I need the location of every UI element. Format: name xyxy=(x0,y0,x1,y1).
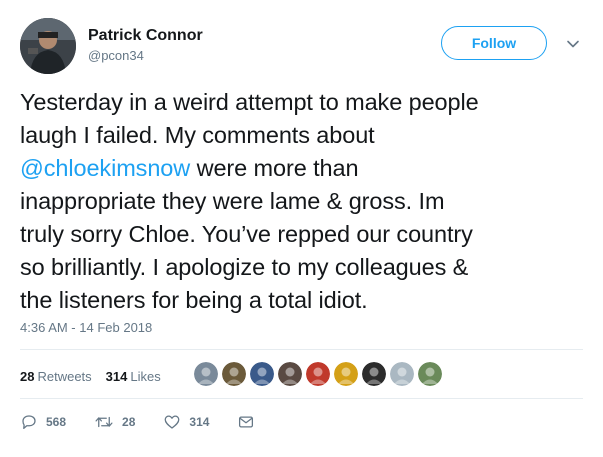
retweets-stat[interactable]: 28 Retweets xyxy=(20,369,92,384)
author-names: Patrick Connor @pcon34 xyxy=(88,26,203,65)
liker-avatar-4[interactable] xyxy=(276,360,304,388)
retweets-label: Retweets xyxy=(37,368,92,384)
liker-avatar-3[interactable] xyxy=(248,360,276,388)
retweet-icon xyxy=(95,416,113,428)
mention-link[interactable]: @chloekimsnow xyxy=(20,155,190,181)
tweet-line: Yesterday in a weird attempt to make peo… xyxy=(20,86,585,119)
tweet-line: laugh I failed. My comments about xyxy=(20,119,585,152)
envelope-icon xyxy=(239,416,254,428)
likes-stat[interactable]: 314 Likes xyxy=(106,369,161,384)
retweet-action[interactable]: 28 xyxy=(94,413,135,431)
divider xyxy=(20,398,583,399)
likes-count: 314 xyxy=(105,368,128,384)
liker-avatar-1[interactable] xyxy=(192,360,220,388)
reply-action[interactable]: 568 xyxy=(20,413,66,431)
tweet-text-segment: the listeners for being a total idiot. xyxy=(20,287,368,313)
liker-avatar-2[interactable] xyxy=(220,360,248,388)
tweet-text-segment: laugh I failed. My comments about xyxy=(20,122,375,148)
divider xyxy=(20,349,583,350)
liker-avatar-9[interactable] xyxy=(416,360,444,388)
tweet-actions: 568 28 314 xyxy=(20,410,291,434)
tweet-line: the listeners for being a total idiot. xyxy=(20,284,585,317)
follow-button[interactable]: Follow xyxy=(441,26,547,60)
author-avatar-image xyxy=(20,18,76,74)
tweet-text-segment: were more than xyxy=(190,155,359,181)
retweets-count: 28 xyxy=(20,368,35,384)
liker-avatars xyxy=(192,360,444,388)
like-count: 314 xyxy=(189,415,210,429)
reply-count: 568 xyxy=(46,415,67,429)
likes-label: Likes xyxy=(130,368,161,384)
retweet-count: 28 xyxy=(122,415,136,429)
tweet-header: Patrick Connor @pcon34 Follow xyxy=(20,18,585,74)
liker-avatar-5[interactable] xyxy=(304,360,332,388)
author-handle[interactable]: @pcon34 xyxy=(88,47,203,65)
tweet-line: inappropriate they were lame & gross. Im xyxy=(20,185,585,218)
liker-avatar-8[interactable] xyxy=(388,360,416,388)
direct-message-action[interactable] xyxy=(237,413,263,431)
author-avatar[interactable] xyxy=(20,18,76,74)
tweet-text-segment: inappropriate they were lame & gross. Im xyxy=(20,188,445,214)
tweet-text-segment: so brilliantly. I apologize to my collea… xyxy=(20,254,469,280)
like-action[interactable]: 314 xyxy=(163,413,209,431)
reply-icon xyxy=(22,415,36,430)
tweet-line: truly sorry Chloe. You’ve repped our cou… xyxy=(20,218,585,251)
tweet-text-segment: truly sorry Chloe. You’ve repped our cou… xyxy=(20,221,473,247)
liker-avatar-6[interactable] xyxy=(332,360,360,388)
tweet-text-segment: Yesterday in a weird attempt to make peo… xyxy=(20,89,479,115)
tweet-timestamp[interactable]: 4:36 AM - 14 Feb 2018 xyxy=(20,320,152,335)
chevron-down-icon[interactable] xyxy=(565,36,581,52)
tweet-line: @chloekimsnow were more than xyxy=(20,152,585,185)
author-display-name[interactable]: Patrick Connor xyxy=(88,26,203,46)
liker-avatar-7[interactable] xyxy=(360,360,388,388)
heart-icon xyxy=(165,415,180,429)
tweet-line: so brilliantly. I apologize to my collea… xyxy=(20,251,585,284)
engagement-stats: 28 Retweets 314 Likes xyxy=(20,362,175,390)
tweet-text: Yesterday in a weird attempt to make peo… xyxy=(20,86,585,317)
